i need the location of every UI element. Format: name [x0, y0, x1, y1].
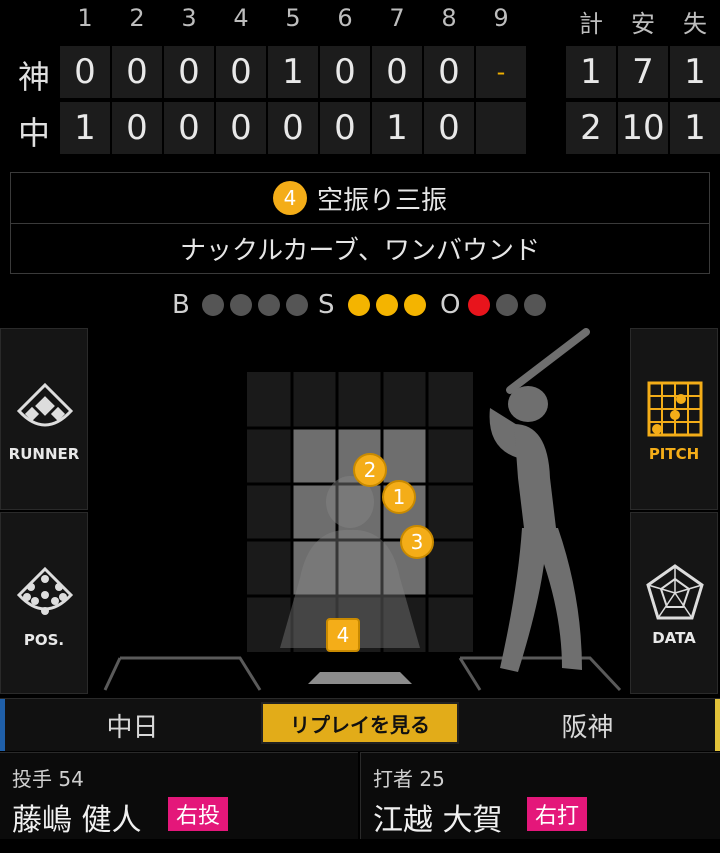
data-label: DATA: [652, 629, 696, 647]
runner-label: RUNNER: [8, 445, 80, 463]
score-cell: [476, 102, 526, 154]
pitch-marker[interactable]: 2: [353, 453, 387, 487]
runs-header: 計: [579, 10, 603, 38]
pitcher-hand-badge: 右投: [168, 797, 229, 831]
score-cell: 0: [424, 46, 474, 98]
score-cell: 0: [164, 102, 214, 154]
batter-number: 25: [419, 767, 445, 791]
radar-chart-icon: [646, 564, 704, 620]
inning-header: 8: [441, 4, 457, 32]
score-cell: 0: [424, 102, 474, 154]
play-detail-text: ナックルカーブ、ワンバウンド: [179, 236, 541, 266]
runner-button[interactable]: RUNNER: [0, 328, 88, 510]
data-button[interactable]: DATA: [630, 512, 718, 694]
total-runs: 1: [566, 46, 616, 98]
pitcher-role-label: 投手: [12, 767, 52, 791]
strikes-label: S: [318, 290, 335, 320]
play-result-line: 4 空振り三振: [11, 173, 709, 224]
ball-dot: [286, 294, 308, 316]
team-name-away: 神: [17, 58, 50, 96]
batter-role-label: 打者: [373, 767, 413, 791]
pitch-number-badge: 4: [272, 181, 307, 215]
score-cell: 0: [320, 102, 370, 154]
balls-label: B: [172, 290, 190, 320]
total-errors: 1: [670, 102, 720, 154]
outs-label: O: [440, 290, 461, 320]
out-dot: [524, 294, 546, 316]
score-cell: 0: [320, 46, 370, 98]
pitch-button[interactable]: PITCH: [630, 328, 718, 510]
team-name-home: 中: [17, 114, 50, 152]
tab-away-team[interactable]: 阪神: [460, 699, 715, 751]
total-errors: 1: [670, 46, 720, 98]
score-cell: 1: [372, 102, 422, 154]
errors-header: 失: [683, 10, 707, 38]
strike-dot: [404, 294, 426, 316]
inning-header: 6: [337, 4, 353, 32]
inning-header: 1: [77, 4, 93, 32]
total-hits: 7: [618, 46, 668, 98]
pitch-chart-area: 1 2 3 4: [90, 328, 628, 694]
score-cell: 0: [216, 102, 266, 154]
tab-home-team[interactable]: 中日: [5, 699, 260, 751]
replay-button[interactable]: リプレイを見る: [261, 702, 459, 744]
score-cell: 0: [268, 102, 318, 154]
inning-header: 4: [233, 4, 249, 32]
batter-name: 江越 大賀: [373, 803, 503, 838]
strike-dot: [376, 294, 398, 316]
score-cell: 1: [60, 102, 110, 154]
inning-header: 9: [493, 4, 509, 32]
positions-button[interactable]: POS.: [0, 512, 88, 694]
field-positions-icon: [16, 566, 74, 615]
inning-header: 7: [389, 4, 405, 32]
play-result-text: 空振り三振: [316, 185, 447, 216]
score-cell: 0: [112, 46, 162, 98]
score-cell: 0: [216, 46, 266, 98]
total-hits: 10: [618, 102, 668, 154]
score-cell: 0: [164, 46, 214, 98]
inning-header: 5: [285, 4, 301, 32]
batter-role: 打者 25: [373, 763, 445, 792]
pitch-label: PITCH: [648, 445, 700, 463]
score-cell: 0: [60, 46, 110, 98]
pitcher-role: 投手 54: [12, 763, 84, 792]
total-runs: 2: [566, 102, 616, 154]
out-dot: [468, 294, 490, 316]
score-cell: 1: [268, 46, 318, 98]
ball-dot: [202, 294, 224, 316]
pos-label: POS.: [23, 631, 65, 649]
hits-header: 安: [631, 10, 655, 38]
strike-dot: [348, 294, 370, 316]
pitcher-card[interactable]: 投手 54 藤嶋 健人 右投: [0, 752, 358, 839]
pitch-marker[interactable]: 3: [400, 525, 434, 559]
pitch-marker[interactable]: 1: [382, 480, 416, 514]
pitch-marker[interactable]: 4: [326, 618, 360, 652]
batter-hand-badge: 右打: [527, 797, 588, 831]
inning-header: 2: [129, 4, 145, 32]
score-cell: 0: [372, 46, 422, 98]
batter-silhouette: [489, 328, 590, 672]
pitcher-number: 54: [58, 767, 84, 791]
pitcher-name: 藤嶋 健人: [12, 803, 142, 838]
diamond-icon: [16, 382, 74, 427]
score-cell: -: [476, 46, 526, 98]
away-team-color-strip: [715, 699, 720, 751]
score-cell: 0: [112, 102, 162, 154]
ball-dot: [258, 294, 280, 316]
out-dot: [496, 294, 518, 316]
pitch-grid-icon: [647, 381, 703, 437]
batter-card[interactable]: 打者 25 江越 大賀 右打: [360, 752, 720, 839]
ball-dot: [230, 294, 252, 316]
inning-header: 3: [181, 4, 197, 32]
play-result-box: 4 空振り三振 ナックルカーブ、ワンバウンド: [10, 172, 710, 274]
